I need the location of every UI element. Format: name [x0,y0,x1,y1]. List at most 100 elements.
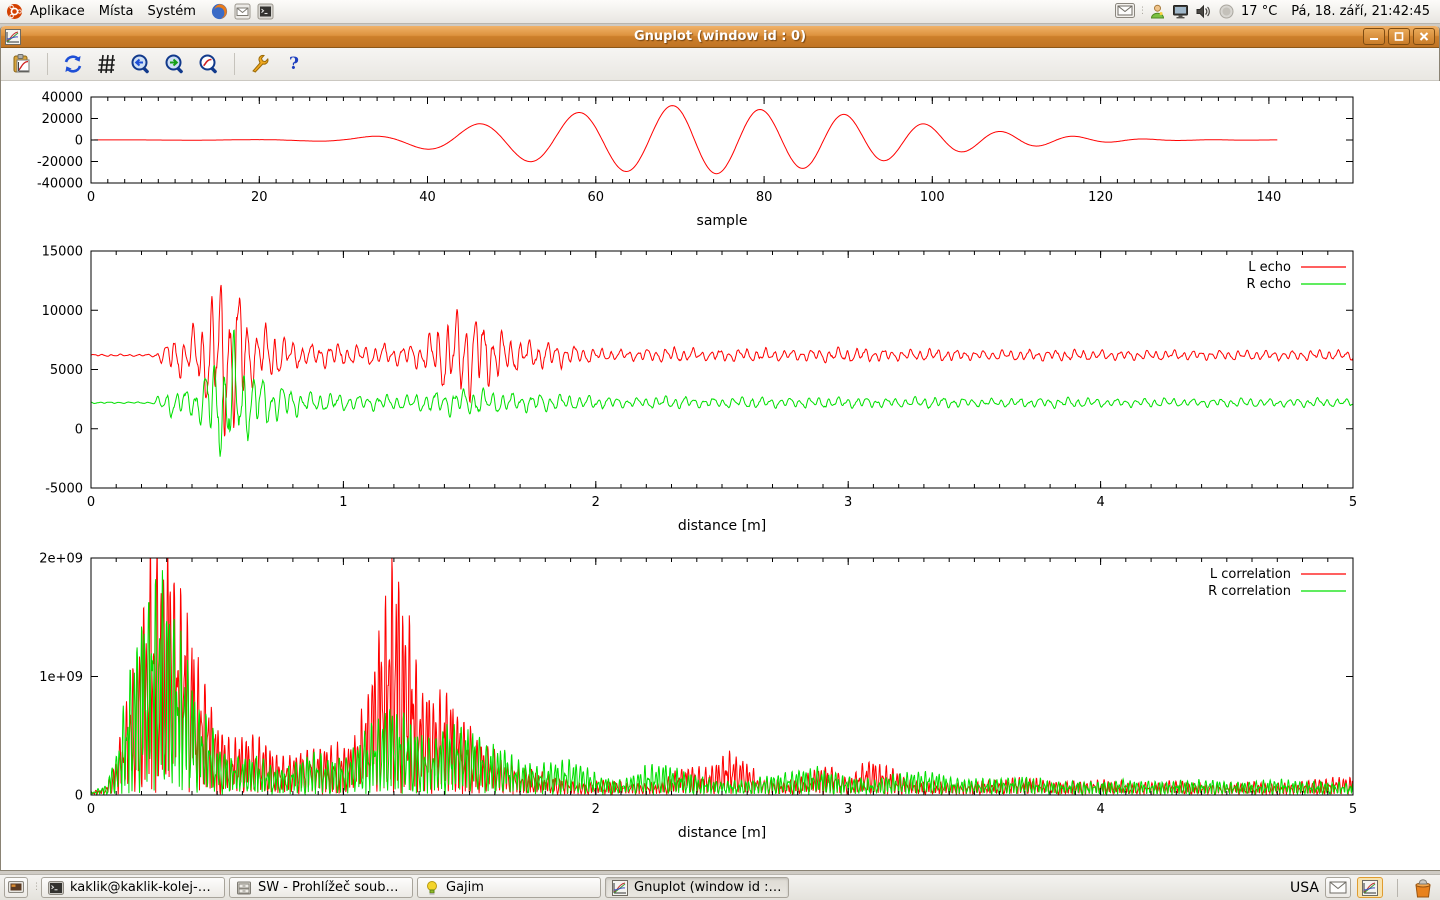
task-gnuplot[interactable]: Gnuplot (window id : 0) [605,877,789,898]
copy-plot-button[interactable] [9,51,35,77]
y-tick-label: 20000 [42,112,83,127]
y-tick-label: 5000 [50,363,83,378]
tasklist-handle[interactable]: ⋮ [32,884,37,891]
x-tick-label: 20 [251,190,268,205]
x-tick-label: 5 [1349,495,1357,510]
series-r-correlation [91,570,1353,794]
terminal-launcher-icon[interactable] [257,3,274,20]
menu-mista-label: Místa [99,4,134,19]
keyboard-layout-indicator[interactable]: USA [1290,880,1319,896]
gnuplot-tray-button[interactable] [1357,877,1383,898]
mail-launcher-icon[interactable] [234,3,251,20]
plot-surface: 020406080100120140-40000-200000200004000… [1,81,1440,870]
minimize-button[interactable] [1363,28,1385,45]
gnuplot-window-icon [5,29,21,45]
help-button[interactable]: ? [281,51,307,77]
tray-mail-icon[interactable] [1115,3,1132,20]
tray-separator [1397,879,1398,897]
y-tick-label: -20000 [37,155,83,170]
series-l-correlation [91,558,1353,794]
gajim-task-icon [424,880,440,896]
taskbar-tray: USA [1290,877,1436,899]
x-tick-label: 0 [87,802,95,817]
user-switcher-icon[interactable] [1149,3,1166,20]
menu-aplikace-label: Aplikace [30,4,85,19]
trash-icon[interactable] [1412,877,1434,899]
x-tick-label: 5 [1349,802,1357,817]
display-settings-icon[interactable] [1172,3,1189,20]
firefox-launcher-icon[interactable] [211,3,228,20]
y-tick-label: -40000 [37,177,83,192]
grid-toggle-button[interactable] [94,51,120,77]
menu-aplikace[interactable]: Aplikace [23,2,92,21]
task-label: Gnuplot (window id : 0) [634,880,782,895]
task-label: SW - Prohlížeč souborů [258,880,406,895]
toolbar-separator [47,53,48,75]
y-tick-label: -5000 [45,482,83,497]
y-tick-label: 0 [75,789,83,804]
temperature-readout[interactable]: 17 °C [1241,4,1277,19]
x-tick-label: 100 [920,190,945,205]
legend-label: R echo [1246,277,1291,292]
x-tick-label: 140 [1256,190,1281,205]
ubuntu-logo-icon[interactable] [6,3,23,20]
x-tick-label: 0 [87,190,95,205]
terminal-task-icon [48,880,64,896]
y-tick-label: 0 [75,134,83,149]
legend-label: L echo [1248,260,1291,275]
maximize-button[interactable] [1388,28,1410,45]
y-tick-label: 1e+09 [39,670,83,685]
taskbar: ⋮ kaklik@kaklik-kolej-u... SW - Prohlíže… [0,874,1440,900]
volume-icon[interactable] [1195,3,1212,20]
x-tick-label: 60 [588,190,605,205]
top-panel: Aplikace Místa Systém ⋮ 17 °C Pá, 18. zá… [0,0,1440,24]
tray-handle[interactable]: ⋮ [1138,8,1143,15]
weather-icon[interactable] [1218,3,1235,20]
x-tick-label: 1 [339,802,347,817]
close-button[interactable] [1413,28,1435,45]
task-gajim[interactable]: Gajim [417,877,601,898]
gnuplot-window: Gnuplot (window id : 0) [0,26,1440,871]
menu-system[interactable]: Systém [140,2,202,21]
clock[interactable]: Pá, 18. září, 21:42:45 [1291,4,1430,19]
refresh-button[interactable] [60,51,86,77]
x-tick-label: 1 [339,495,347,510]
zoom-reset-button[interactable] [196,51,222,77]
series-r-echo [91,330,1353,457]
x-tick-label: 120 [1088,190,1113,205]
gnuplot-task-icon [612,880,628,896]
x-axis-label: distance [m] [678,518,766,534]
menu-system-label: Systém [147,4,195,19]
plot-canvas[interactable]: 020406080100120140-40000-200000200004000… [1,81,1440,870]
series-chirp-pulse [91,106,1277,174]
zoom-previous-button[interactable] [128,51,154,77]
y-tick-label: 15000 [42,245,83,260]
x-tick-label: 0 [87,495,95,510]
zoom-next-button[interactable] [162,51,188,77]
task-terminal[interactable]: kaklik@kaklik-kolej-u... [41,877,225,898]
y-tick-label: 2e+09 [39,552,83,567]
system-tray: ⋮ 17 °C Pá, 18. září, 21:42:45 [1115,3,1434,20]
chart-2: 01234501e+092e+09distance [m]L correlati… [39,552,1357,842]
task-label: Gajim [446,880,484,895]
chart-0: 0 20 40 60 80 100 120 140 -40000 -20000 0 20000 4000… [37,91,1353,230]
show-desktop-button[interactable] [4,877,28,898]
mail-tray-button[interactable] [1325,877,1351,898]
menu-mista[interactable]: Místa [92,2,141,21]
y-tick-label: 10000 [42,304,83,319]
x-tick-label: 2 [592,495,600,510]
x-tick-label: 4 [1096,802,1104,817]
file-manager-task-icon [236,880,252,896]
task-file-browser[interactable]: SW - Prohlížeč souborů [229,877,413,898]
x-tick-label: 80 [756,190,773,205]
legend-label: L correlation [1210,567,1291,582]
x-tick-label: 40 [419,190,436,205]
x-tick-label: 3 [844,495,852,510]
window-titlebar[interactable]: Gnuplot (window id : 0) [1,26,1439,48]
y-tick-label: 40000 [42,91,83,106]
x-tick-label: 2 [592,802,600,817]
gnuplot-toolbar: ? [1,48,1439,81]
settings-wrench-button[interactable] [247,51,273,77]
x-axis-label: sample [697,213,748,229]
y-tick-label: 0 [75,422,83,437]
